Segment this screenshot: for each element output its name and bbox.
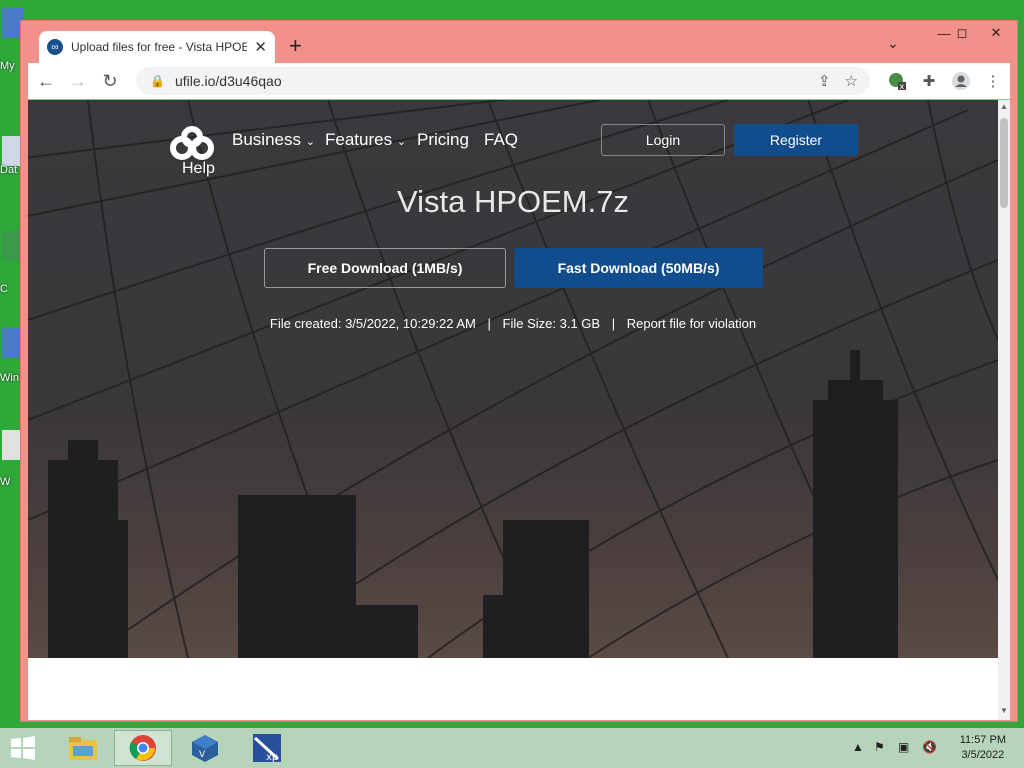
- flag-icon[interactable]: ⚑: [874, 740, 885, 754]
- speaker-muted-icon[interactable]: 🔇: [922, 740, 937, 754]
- windows-start-icon[interactable]: [10, 736, 36, 760]
- desktop-icon-label: C: [0, 283, 8, 295]
- meta-separator: |: [487, 316, 491, 331]
- svg-text:xp: xp: [266, 752, 278, 763]
- url-text[interactable]: ufile.io/d3u46qao: [175, 73, 282, 89]
- network-icon[interactable]: ▣: [898, 740, 909, 754]
- file-explorer-icon[interactable]: [54, 730, 112, 766]
- login-button[interactable]: Login: [601, 124, 725, 156]
- chrome-icon[interactable]: [114, 730, 172, 766]
- free-download-button[interactable]: Free Download (1MB/s): [264, 248, 506, 288]
- clock-time: 11:57 PM: [959, 734, 1006, 746]
- browser-window: ∞ Upload files for free - Vista HPOEM.7z…: [20, 20, 1018, 722]
- report-link[interactable]: Report file for violation: [627, 316, 756, 331]
- ufile-logo-icon[interactable]: [168, 126, 216, 162]
- menu-icon[interactable]: ⋮: [982, 67, 1004, 95]
- desktop-icon-label: Dat: [0, 164, 18, 176]
- hero-section: Help Business ⌄ Features ⌄ Pricing FAQ L…: [28, 100, 998, 658]
- file-size: File Size: 3.1 GB: [502, 316, 601, 331]
- xp-mode-icon[interactable]: xp: [238, 730, 296, 766]
- profile-icon[interactable]: [950, 67, 972, 95]
- nav-business[interactable]: Business ⌄: [232, 130, 315, 150]
- virtualbox-icon[interactable]: V: [176, 730, 234, 766]
- nav-features-label: Features: [325, 130, 393, 149]
- nav-business-label: Business: [232, 130, 301, 149]
- nav-pricing[interactable]: Pricing: [417, 130, 469, 150]
- maximize-button[interactable]: ◻: [945, 21, 979, 45]
- back-icon[interactable]: ←: [32, 67, 60, 95]
- show-hidden-icons-icon[interactable]: ▲: [852, 740, 864, 754]
- forward-icon[interactable]: →: [64, 67, 92, 95]
- desktop-icon-label: W: [0, 476, 11, 488]
- desktop-icon-label: My: [0, 60, 15, 72]
- taskbar: V xp ▲ ⚑ ▣ 🔇 11:57 PM 3/5/2022: [0, 728, 1024, 768]
- clock[interactable]: 11:57 PM 3/5/2022: [960, 733, 1006, 763]
- svg-text:x: x: [900, 82, 905, 91]
- share-icon[interactable]: ⇪: [818, 72, 831, 90]
- meta-separator: |: [611, 316, 616, 331]
- address-bar[interactable]: 🔒 ufile.io/d3u46qao ⇪ ☆: [136, 67, 870, 95]
- file-meta: File created: 3/5/2022, 10:29:22 AM | Fi…: [28, 316, 998, 331]
- fast-download-button[interactable]: Fast Download (50MB/s): [514, 248, 763, 288]
- chevron-down-icon: ⌄: [396, 136, 407, 148]
- lock-icon[interactable]: 🔒: [150, 74, 165, 88]
- puzzle-icon[interactable]: ✚: [918, 67, 940, 95]
- close-tab-icon[interactable]: ✕: [254, 38, 267, 56]
- tab-search-icon[interactable]: ⌄: [887, 35, 899, 52]
- scroll-thumb[interactable]: [1000, 118, 1008, 208]
- reload-icon[interactable]: ↻: [96, 67, 124, 95]
- chevron-down-icon: ⌄: [305, 136, 315, 148]
- star-icon[interactable]: ☆: [845, 72, 858, 90]
- extension-blocked-icon[interactable]: x: [886, 67, 908, 95]
- browser-tab[interactable]: ∞ Upload files for free - Vista HPOEM.7z…: [39, 31, 275, 63]
- scroll-down-icon[interactable]: ▼: [998, 706, 1010, 715]
- register-button[interactable]: Register: [734, 124, 858, 156]
- browser-toolbar: ← → ↻ 🔒 ufile.io/d3u46qao ⇪ ☆ x ✚ ⋮: [28, 63, 1010, 99]
- new-tab-button[interactable]: +: [289, 33, 302, 59]
- clock-date: 3/5/2022: [961, 749, 1005, 761]
- file-title: Vista HPOEM.7z: [396, 184, 629, 219]
- scroll-up-icon[interactable]: ▲: [998, 102, 1010, 111]
- page-scrollbar[interactable]: ▲ ▼: [998, 100, 1010, 720]
- page-viewport: Help Business ⌄ Features ⌄ Pricing FAQ L…: [28, 100, 1010, 720]
- tab-title: Upload files for free - Vista HPOEM.7z -…: [71, 40, 247, 54]
- nav-features[interactable]: Features ⌄: [325, 130, 406, 150]
- close-window-button[interactable]: ✕: [979, 21, 1013, 45]
- help-link[interactable]: Help: [182, 160, 215, 178]
- svg-text:V: V: [199, 750, 206, 760]
- ufile-logo-icon: ∞: [47, 39, 63, 55]
- nav-faq[interactable]: FAQ: [484, 130, 518, 150]
- title-bar: ∞ Upload files for free - Vista HPOEM.7z…: [21, 21, 1017, 63]
- file-created: File created: 3/5/2022, 10:29:22 AM: [269, 316, 476, 331]
